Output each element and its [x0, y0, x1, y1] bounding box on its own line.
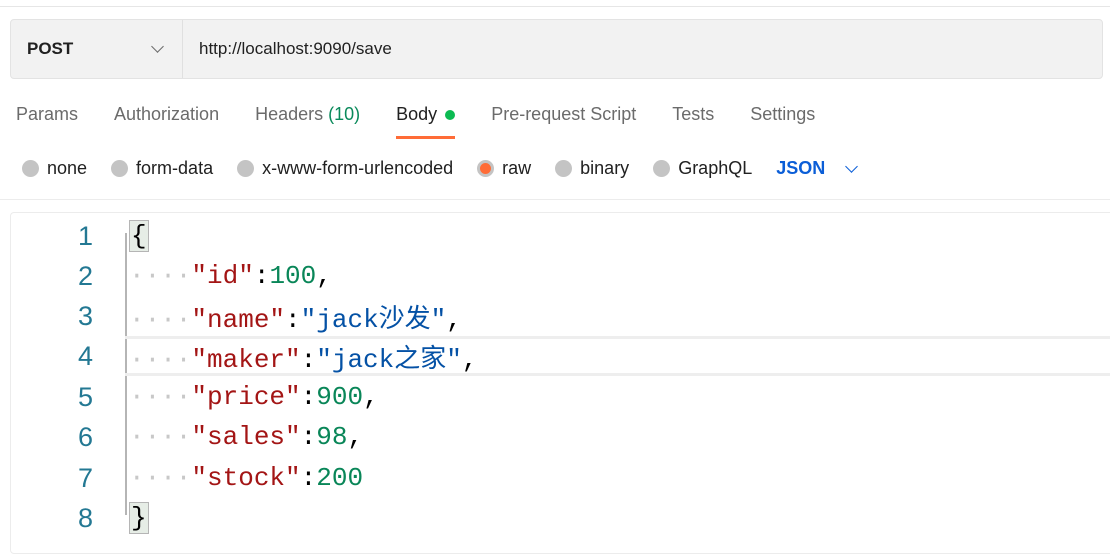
code-line: 7 ····"stock":200 [11, 458, 1110, 498]
url-input[interactable]: http://localhost:9090/save [183, 39, 392, 59]
comma: , [461, 344, 478, 375]
chevron-down-icon [845, 160, 859, 173]
method-select[interactable]: POST [11, 20, 183, 78]
radio-label: form-data [136, 158, 214, 178]
request-tabs: Params Authorization Headers (10) Body Pr… [16, 104, 851, 139]
code-line: 8} [11, 498, 1110, 538]
code-line-current: 4 ····"maker":"jack之家", [11, 336, 1110, 376]
format-label: JSON [776, 158, 826, 178]
radio-icon [111, 160, 129, 177]
line-number: 2 [77, 260, 93, 291]
json-value: "jack沙发" [300, 304, 447, 335]
radio-graphql[interactable]: GraphQL [653, 158, 752, 179]
radio-form-data[interactable]: form-data [111, 158, 213, 179]
radio-label: GraphQL [678, 158, 753, 178]
tab-tests[interactable]: Tests [672, 104, 714, 139]
json-value: 100 [269, 261, 317, 291]
tab-label: Tests [672, 104, 715, 124]
code-line: 1{ [11, 216, 1110, 256]
radio-none[interactable]: none [22, 158, 87, 179]
line-number: 6 [77, 421, 93, 452]
headers-count: (10) [328, 104, 361, 124]
tab-label: Params [16, 104, 79, 124]
tab-params[interactable]: Params [16, 104, 78, 139]
tab-label: Authorization [114, 104, 220, 124]
line-number: 7 [77, 462, 93, 493]
radio-icon [237, 160, 255, 177]
tab-label: Settings [750, 104, 816, 124]
code-line: 3 ····"name":"jack沙发", [11, 296, 1110, 336]
radio-icon [653, 160, 671, 177]
tab-label: Pre-request Script [491, 104, 637, 124]
line-number: 1 [77, 220, 93, 251]
comma: , [347, 422, 364, 452]
top-divider [0, 6, 1110, 7]
json-value: 98 [316, 422, 348, 452]
method-label: POST [27, 39, 74, 58]
json-value: 900 [316, 382, 364, 412]
radio-raw[interactable]: raw [477, 158, 531, 179]
tab-settings[interactable]: Settings [750, 104, 815, 139]
radio-label: binary [580, 158, 630, 178]
comma: , [316, 261, 332, 291]
line-number: 3 [77, 300, 93, 331]
body-indicator-dot [445, 109, 456, 120]
tab-headers[interactable]: Headers (10) [255, 104, 360, 139]
json-key: "maker" [191, 344, 301, 375]
radio-label: none [47, 158, 88, 178]
json-key: "price" [191, 382, 301, 412]
body-type-options: none form-data x-www-form-urlencoded raw… [22, 158, 860, 179]
radio-label: x-www-form-urlencoded [262, 158, 454, 178]
close-brace: } [129, 502, 149, 534]
json-key: "id" [191, 261, 254, 291]
tab-pre-request-script[interactable]: Pre-request Script [491, 104, 636, 139]
tab-label: Headers [255, 104, 324, 124]
json-key: "sales" [191, 422, 301, 452]
code-line: 6 ····"sales":98, [11, 417, 1110, 457]
line-number: 5 [77, 381, 93, 412]
json-key: "stock" [191, 463, 301, 493]
tab-label: Body [396, 104, 438, 124]
open-brace: { [129, 220, 149, 252]
line-number: 8 [77, 502, 93, 533]
radio-x-www-form-urlencoded[interactable]: x-www-form-urlencoded [237, 158, 453, 179]
radio-selected-icon [477, 160, 495, 177]
json-value: "jack之家" [316, 344, 462, 375]
json-key: "name" [191, 304, 286, 335]
tab-authorization[interactable]: Authorization [114, 104, 219, 139]
format-select[interactable]: JSON [776, 158, 860, 179]
radio-binary[interactable]: binary [555, 158, 629, 179]
radio-label: raw [502, 158, 532, 178]
tab-body[interactable]: Body [396, 104, 456, 139]
request-bar: POST http://localhost:9090/save [10, 19, 1103, 79]
divider [0, 199, 1110, 200]
line-number: 4 [77, 340, 93, 371]
radio-icon [22, 160, 39, 177]
code-line: 2 ····"id":100, [11, 256, 1110, 296]
code-editor[interactable]: 1{ 2 ····"id":100, 3 ····"name":"jack沙发", … [10, 212, 1110, 554]
json-value: 200 [316, 463, 364, 493]
comma: , [446, 304, 462, 335]
radio-icon [555, 160, 573, 177]
code-line: 5 ····"price":900, [11, 377, 1110, 417]
chevron-down-icon [151, 40, 164, 53]
comma: , [363, 382, 379, 412]
